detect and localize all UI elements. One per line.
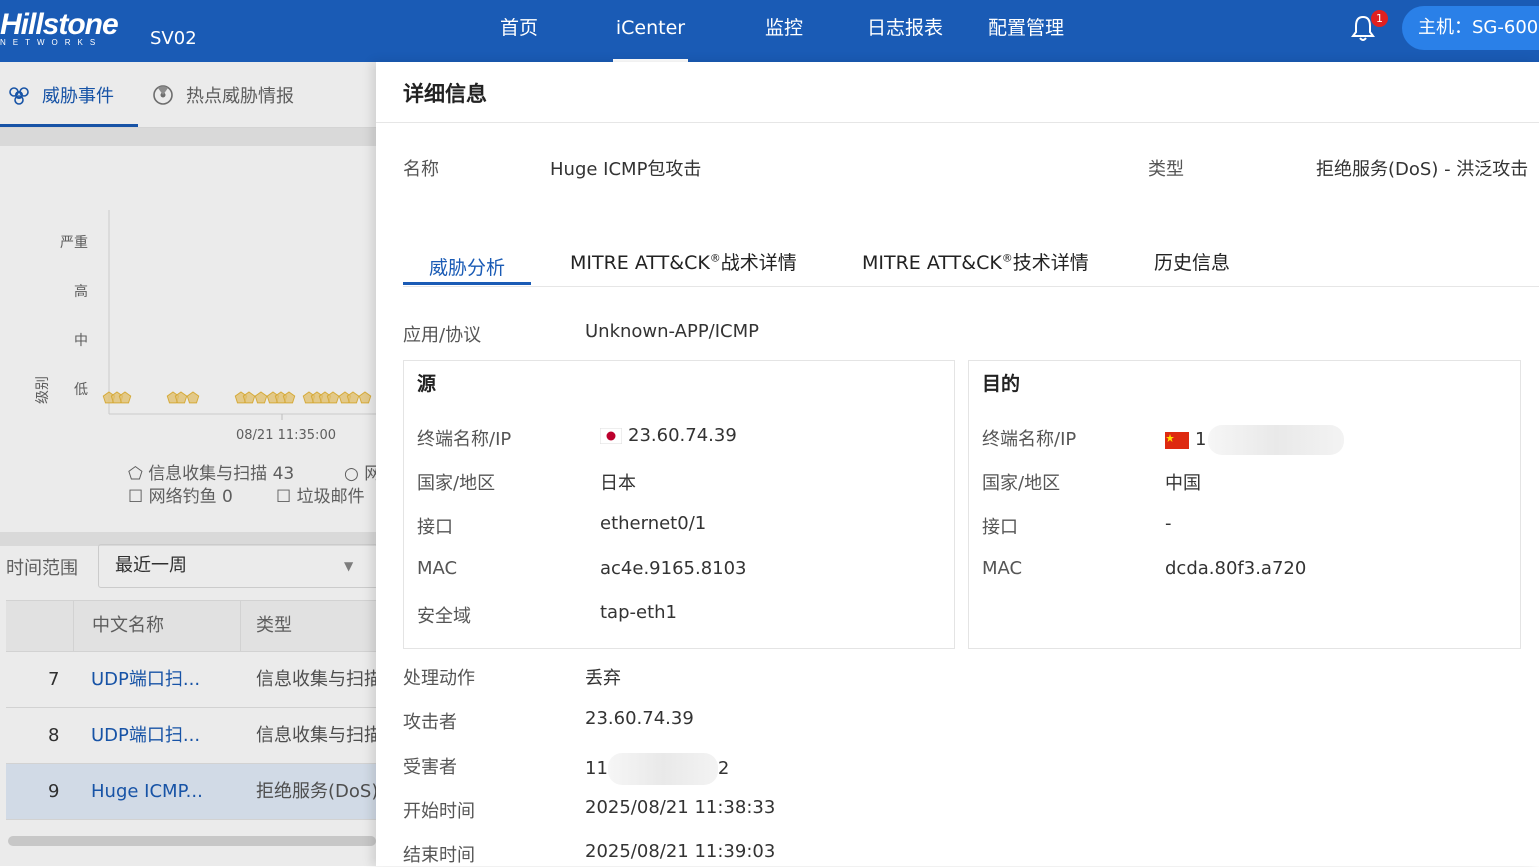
nav-config[interactable]: 配置管理: [987, 0, 1065, 62]
source-title: 源: [417, 373, 437, 395]
modal-mask[interactable]: [0, 62, 376, 866]
tab-text: MITRE ATT&CK: [862, 252, 1002, 274]
tab-text: 战术详情: [720, 252, 797, 274]
src-ip: 23.60.74.39: [600, 425, 737, 446]
src-country-value: 日本: [600, 473, 636, 494]
attacker-value: 23.60.74.39: [585, 708, 694, 729]
src-ip-value: 23.60.74.39: [628, 425, 737, 446]
redacted-blur: [1208, 425, 1345, 455]
tab-divider: [403, 286, 1539, 287]
end-time-label: 结束时间: [403, 845, 475, 866]
src-zone-label: 安全域: [417, 606, 471, 627]
app-protocol-label: 应用/协议: [403, 325, 482, 346]
redacted-blur: [607, 753, 718, 785]
dst-ip: 1: [1165, 425, 1345, 455]
registered-mark: ®: [1001, 251, 1013, 265]
destination-box: 目的 终端名称/IP 1 国家/地区 中国 接口 - MAC dcda.80f3…: [968, 360, 1521, 649]
victim-value: 11 2: [585, 753, 729, 785]
host-selector[interactable]: 主机：SG-6000: [1402, 6, 1539, 50]
japan-flag-icon: [600, 428, 622, 444]
drawer-title: 详细信息: [403, 82, 487, 106]
end-time-value: 2025/08/21 11:39:03: [585, 841, 776, 862]
src-country-label: 国家/地区: [417, 473, 496, 494]
dst-country-value: 中国: [1165, 473, 1201, 494]
tab-mitre-techniques[interactable]: MITRE ATT&CK®技术详情: [862, 248, 1089, 275]
china-flag-icon: [1165, 431, 1189, 449]
src-interface-value: ethernet0/1: [600, 513, 707, 534]
detail-drawer: 详细信息 名称 Huge ICMP包攻击 类型 拒绝服务(DoS) - 洪泛攻击…: [376, 62, 1539, 866]
brand-subtext: NETWORKS: [0, 38, 103, 47]
tab-text: MITRE ATT&CK: [570, 252, 710, 274]
tab-history[interactable]: 历史信息: [1154, 248, 1230, 275]
start-time-label: 开始时间: [403, 801, 475, 822]
dst-country-label: 国家/地区: [982, 473, 1061, 494]
hillstone-logo[interactable]: Hillstone NETWORKS: [0, 8, 130, 52]
brand-text: Hillstone: [0, 8, 119, 41]
type-value: 拒绝服务(DoS) - 洪泛攻击: [1316, 159, 1529, 180]
victim-label: 受害者: [403, 757, 457, 778]
victim-prefix: 11: [585, 758, 608, 779]
tab-text: 技术详情: [1012, 252, 1089, 274]
dst-interface-value: -: [1165, 513, 1172, 534]
attacker-label: 攻击者: [403, 712, 457, 733]
tab-mitre-tactics[interactable]: MITRE ATT&CK®战术详情: [570, 248, 797, 275]
start-time-value: 2025/08/21 11:38:33: [585, 797, 776, 818]
app-protocol-value: Unknown-APP/ICMP: [585, 321, 760, 342]
action-label: 处理动作: [403, 668, 475, 689]
type-label: 类型: [1148, 159, 1184, 180]
src-mac-label: MAC: [417, 558, 458, 579]
nav-log-report[interactable]: 日志报表: [866, 0, 944, 62]
dst-ip-value: 1: [1195, 429, 1207, 450]
src-mac-value: ac4e.9165.8103: [600, 558, 747, 579]
tab-threat-analysis[interactable]: 威胁分析: [429, 253, 505, 280]
device-name: SV02: [150, 28, 197, 49]
src-ip-label: 终端名称/IP: [417, 429, 512, 450]
nav-icenter[interactable]: iCenter: [613, 0, 688, 62]
dst-ip-label: 终端名称/IP: [982, 429, 1077, 450]
src-zone-value: tap-eth1: [600, 602, 678, 623]
registered-mark: ®: [709, 251, 721, 265]
dst-mac-label: MAC: [982, 558, 1023, 579]
active-tab-underline: [403, 282, 531, 285]
notification-badge: 1: [1371, 10, 1388, 27]
top-navbar: Hillstone NETWORKS SV02 首页 iCenter 监控 日志…: [0, 0, 1539, 62]
victim-suffix: 2: [717, 758, 730, 779]
src-interface-label: 接口: [417, 517, 453, 538]
action-value: 丢弃: [585, 668, 621, 689]
source-box: 源 终端名称/IP 23.60.74.39 国家/地区 日本 接口 ethern…: [403, 360, 955, 649]
nav-home[interactable]: 首页: [500, 0, 538, 62]
dst-interface-label: 接口: [982, 517, 1018, 538]
name-label: 名称: [403, 159, 439, 180]
dst-mac-value: dcda.80f3.a720: [1165, 558, 1307, 579]
name-value: Huge ICMP包攻击: [550, 159, 702, 180]
nav-monitor[interactable]: 监控: [764, 0, 804, 62]
divider: [376, 122, 1539, 123]
destination-title: 目的: [982, 373, 1021, 395]
